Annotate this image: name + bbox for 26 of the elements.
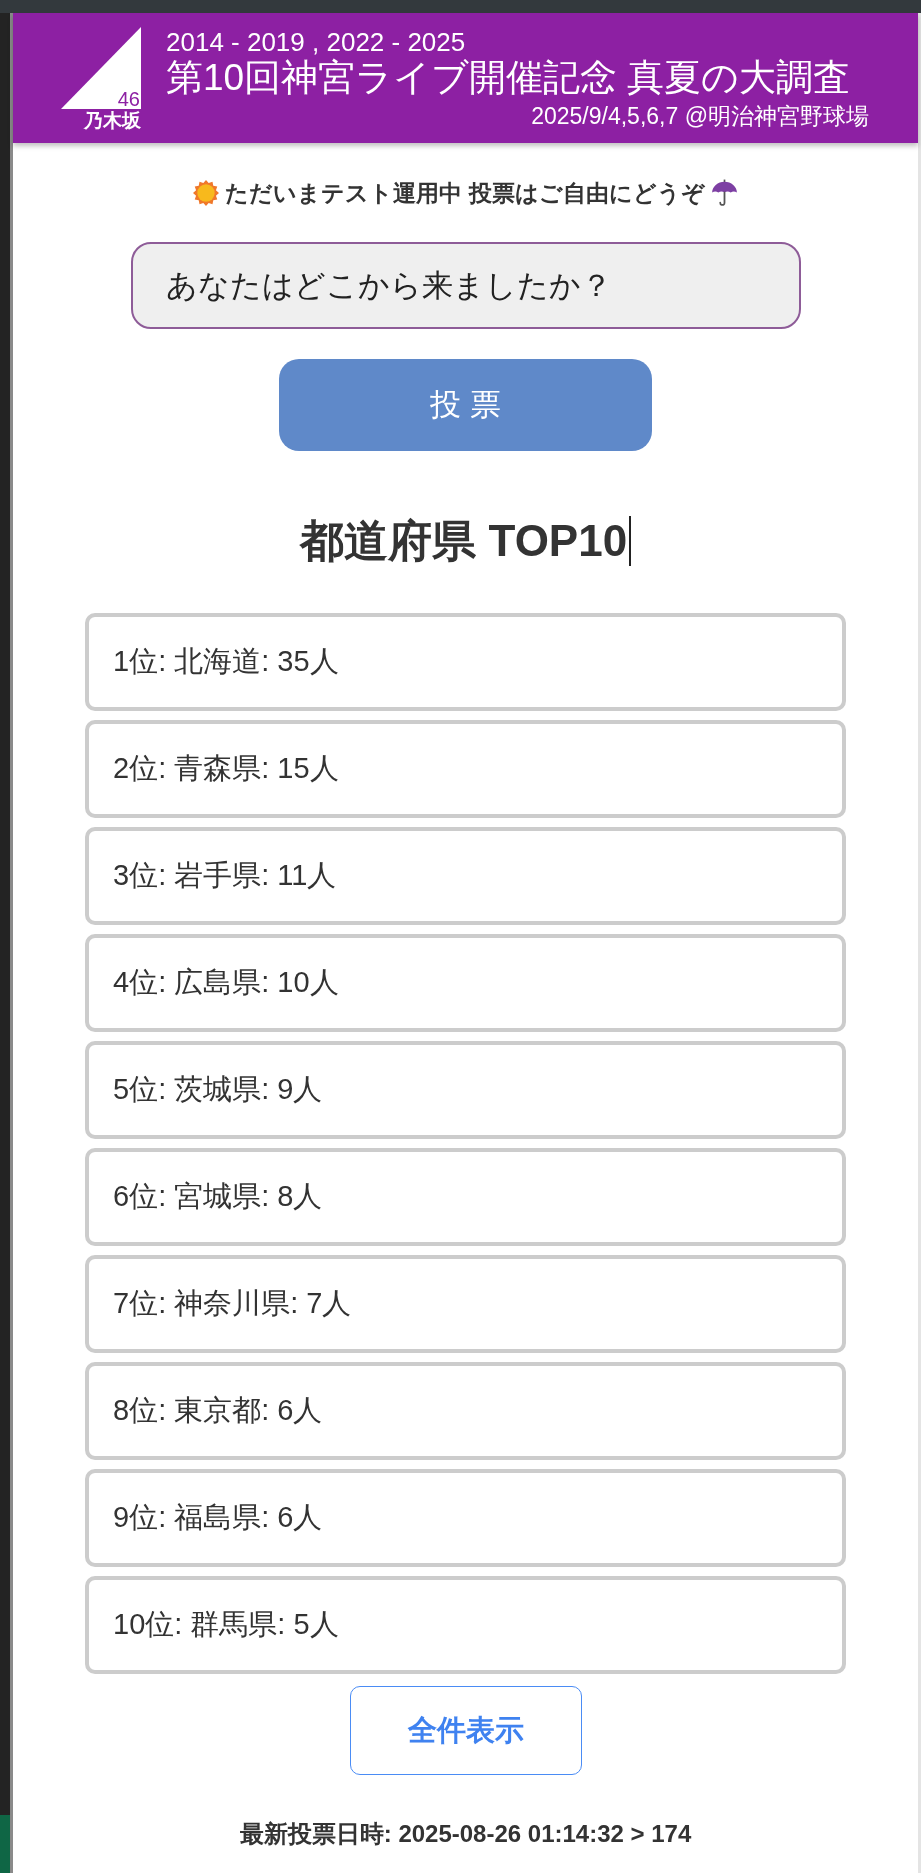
ranking-item: 10位: 群馬県: 5人 (85, 1576, 846, 1674)
notice-text: ただいまテスト運用中 投票はご自由にどうぞ (225, 179, 705, 206)
latest-vote-text: 最新投票日時: 2025-08-26 01:14:32 > 174 (239, 1821, 692, 1847)
origin-field[interactable]: あなたはどこから来ましたか？ (130, 242, 801, 329)
header-title: 第10回神宮ライブ開催記念 真夏の大調査 (166, 57, 851, 98)
ranking-item: 8位: 東京都: 6人 (85, 1362, 846, 1460)
ranking-item: 6位: 宮城県: 8人 (85, 1148, 846, 1246)
vote-button[interactable]: 投 票 (279, 359, 652, 451)
ranking-item: 4位: 広島県: 10人 (85, 934, 846, 1032)
triangle-logo-icon (61, 26, 141, 109)
ranking-title: 都道府県 TOP10 (300, 515, 628, 567)
logo-text: 乃木坂 (84, 110, 141, 130)
umbrella-icon (710, 179, 738, 206)
header-years: 2014 - 2019 , 2022 - 2025 (166, 27, 466, 56)
ranking-item: 3位: 岩手県: 11人 (85, 827, 846, 925)
background-window-edge (0, 1815, 10, 1873)
logo-number: 46 (117, 88, 140, 109)
ranking-item: 5位: 茨城県: 9人 (85, 1041, 846, 1139)
show-all-button[interactable]: 全件表示 (349, 1686, 582, 1775)
ranking-item: 2位: 青森県: 15人 (85, 720, 846, 818)
text-cursor-icon (629, 516, 631, 566)
header-date-venue: 2025/9/4,5,6,7 @明治神宮野球場 (531, 103, 869, 129)
ranking-item: 7位: 神奈川県: 7人 (85, 1255, 846, 1353)
ranking-item: 1位: 北海道: 35人 (85, 613, 846, 711)
sun-icon (193, 179, 220, 206)
ranking-item: 9位: 福島県: 6人 (85, 1469, 846, 1567)
